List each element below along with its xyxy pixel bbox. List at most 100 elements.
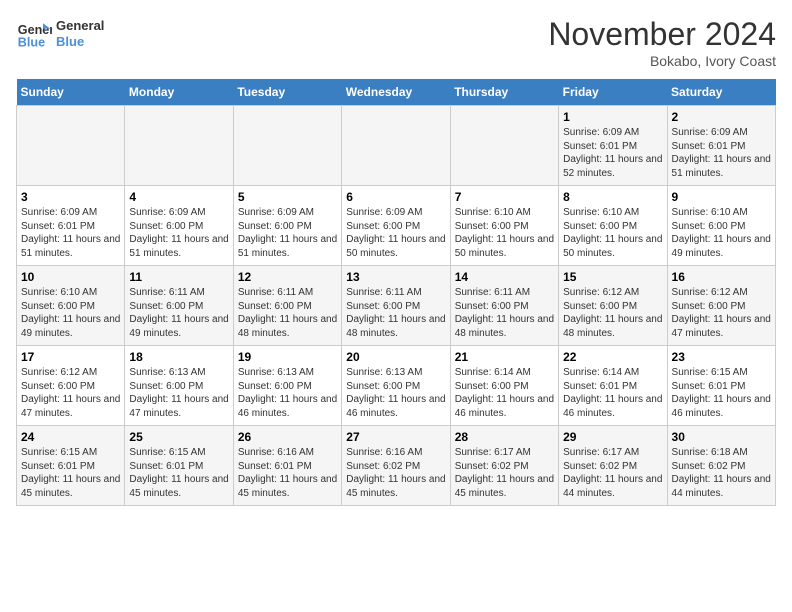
- calendar-cell: 5 Sunrise: 6:09 AM Sunset: 6:00 PM Daylig…: [233, 186, 341, 266]
- calendar-cell: 15 Sunrise: 6:12 AM Sunset: 6:00 PM Dayli…: [559, 266, 667, 346]
- day-info: Sunrise: 6:11 AM Sunset: 6:00 PM Dayligh…: [346, 286, 445, 340]
- logo-general: General: [56, 18, 104, 34]
- calendar-cell: 23 Sunrise: 6:15 AM Sunset: 6:01 PM Dayli…: [667, 346, 775, 426]
- day-number: 24: [21, 430, 120, 444]
- day-info: Sunrise: 6:10 AM Sunset: 6:00 PM Dayligh…: [672, 206, 771, 260]
- day-info: Sunrise: 6:16 AM Sunset: 6:01 PM Dayligh…: [238, 446, 337, 500]
- calendar-table: SundayMondayTuesdayWednesdayThursdayFrid…: [16, 79, 776, 506]
- logo-blue: Blue: [56, 34, 104, 50]
- day-info: Sunrise: 6:11 AM Sunset: 6:00 PM Dayligh…: [455, 286, 554, 340]
- calendar-cell: 17 Sunrise: 6:12 AM Sunset: 6:00 PM Dayli…: [17, 346, 125, 426]
- page-header: General Blue General Blue November 2024 …: [16, 16, 776, 69]
- day-info: Sunrise: 6:12 AM Sunset: 6:00 PM Dayligh…: [563, 286, 662, 340]
- calendar-cell: 18 Sunrise: 6:13 AM Sunset: 6:00 PM Dayli…: [125, 346, 233, 426]
- calendar-cell: 21Sunrise: 6:14 AM Sunset: 6:00 PM Dayli…: [450, 346, 558, 426]
- calendar-cell: 1 Sunrise: 6:09 AM Sunset: 6:01 PM Daylig…: [559, 106, 667, 186]
- day-number: 2: [672, 110, 771, 124]
- calendar-cell: [342, 106, 450, 186]
- day-number: 27: [346, 430, 445, 444]
- calendar-cell: 16 Sunrise: 6:12 AM Sunset: 6:00 PM Dayli…: [667, 266, 775, 346]
- calendar-week-row: 1 Sunrise: 6:09 AM Sunset: 6:01 PM Daylig…: [17, 106, 776, 186]
- day-info: Sunrise: 6:11 AM Sunset: 6:00 PM Dayligh…: [129, 286, 228, 340]
- day-info: Sunrise: 6:09 AM Sunset: 6:00 PM Dayligh…: [238, 206, 337, 260]
- calendar-cell: 9Sunrise: 6:10 AM Sunset: 6:00 PM Daylig…: [667, 186, 775, 266]
- day-number: 11: [129, 270, 228, 284]
- calendar-cell: 4Sunrise: 6:09 AM Sunset: 6:00 PM Daylig…: [125, 186, 233, 266]
- day-info: Sunrise: 6:15 AM Sunset: 6:01 PM Dayligh…: [129, 446, 228, 500]
- day-number: 5: [238, 190, 337, 204]
- day-info: Sunrise: 6:15 AM Sunset: 6:01 PM Dayligh…: [21, 446, 120, 500]
- calendar-cell: 30Sunrise: 6:18 AM Sunset: 6:02 PM Dayli…: [667, 426, 775, 506]
- day-info: Sunrise: 6:17 AM Sunset: 6:02 PM Dayligh…: [563, 446, 662, 500]
- day-info: Sunrise: 6:09 AM Sunset: 6:00 PM Dayligh…: [129, 206, 228, 260]
- calendar-cell: 28 Sunrise: 6:17 AM Sunset: 6:02 PM Dayli…: [450, 426, 558, 506]
- calendar-cell: 13 Sunrise: 6:11 AM Sunset: 6:00 PM Dayli…: [342, 266, 450, 346]
- calendar-cell: 27 Sunrise: 6:16 AM Sunset: 6:02 PM Dayli…: [342, 426, 450, 506]
- calendar-cell: 19 Sunrise: 6:13 AM Sunset: 6:00 PM Dayli…: [233, 346, 341, 426]
- weekday-header: Wednesday: [342, 79, 450, 106]
- day-number: 14: [455, 270, 554, 284]
- day-number: 13: [346, 270, 445, 284]
- day-info: Sunrise: 6:13 AM Sunset: 6:00 PM Dayligh…: [346, 366, 445, 420]
- calendar-cell: 22 Sunrise: 6:14 AM Sunset: 6:01 PM Dayli…: [559, 346, 667, 426]
- day-info: Sunrise: 6:09 AM Sunset: 6:01 PM Dayligh…: [21, 206, 120, 260]
- day-info: Sunrise: 6:12 AM Sunset: 6:00 PM Dayligh…: [21, 366, 120, 420]
- day-number: 7: [455, 190, 554, 204]
- day-info: Sunrise: 6:14 AM Sunset: 6:01 PM Dayligh…: [563, 366, 662, 420]
- calendar-week-row: 10 Sunrise: 6:10 AM Sunset: 6:00 PM Dayli…: [17, 266, 776, 346]
- calendar-cell: 7Sunrise: 6:10 AM Sunset: 6:00 PM Daylig…: [450, 186, 558, 266]
- day-number: 22: [563, 350, 662, 364]
- day-info: Sunrise: 6:14 AM Sunset: 6:00 PM Dayligh…: [455, 366, 554, 420]
- calendar-cell: 25 Sunrise: 6:15 AM Sunset: 6:01 PM Dayli…: [125, 426, 233, 506]
- day-number: 18: [129, 350, 228, 364]
- day-number: 16: [672, 270, 771, 284]
- day-info: Sunrise: 6:12 AM Sunset: 6:00 PM Dayligh…: [672, 286, 771, 340]
- day-number: 8: [563, 190, 662, 204]
- day-info: Sunrise: 6:13 AM Sunset: 6:00 PM Dayligh…: [129, 366, 228, 420]
- day-number: 25: [129, 430, 228, 444]
- day-number: 19: [238, 350, 337, 364]
- calendar-cell: 26 Sunrise: 6:16 AM Sunset: 6:01 PM Dayli…: [233, 426, 341, 506]
- month-title: November 2024: [548, 16, 776, 53]
- calendar-cell: 20Sunrise: 6:13 AM Sunset: 6:00 PM Dayli…: [342, 346, 450, 426]
- calendar-cell: 12Sunrise: 6:11 AM Sunset: 6:00 PM Dayli…: [233, 266, 341, 346]
- title-block: November 2024 Bokabo, Ivory Coast: [548, 16, 776, 69]
- day-number: 1: [563, 110, 662, 124]
- day-info: Sunrise: 6:10 AM Sunset: 6:00 PM Dayligh…: [21, 286, 120, 340]
- day-info: Sunrise: 6:09 AM Sunset: 6:01 PM Dayligh…: [672, 126, 771, 180]
- day-number: 15: [563, 270, 662, 284]
- day-info: Sunrise: 6:17 AM Sunset: 6:02 PM Dayligh…: [455, 446, 554, 500]
- day-number: 28: [455, 430, 554, 444]
- calendar-cell: 2 Sunrise: 6:09 AM Sunset: 6:01 PM Daylig…: [667, 106, 775, 186]
- calendar-cell: [125, 106, 233, 186]
- day-number: 30: [672, 430, 771, 444]
- svg-text:Blue: Blue: [18, 36, 45, 50]
- day-info: Sunrise: 6:09 AM Sunset: 6:01 PM Dayligh…: [563, 126, 662, 180]
- calendar-cell: 29 Sunrise: 6:17 AM Sunset: 6:02 PM Dayli…: [559, 426, 667, 506]
- calendar-cell: [233, 106, 341, 186]
- day-number: 17: [21, 350, 120, 364]
- day-info: Sunrise: 6:16 AM Sunset: 6:02 PM Dayligh…: [346, 446, 445, 500]
- day-number: 6: [346, 190, 445, 204]
- calendar-cell: 8 Sunrise: 6:10 AM Sunset: 6:00 PM Daylig…: [559, 186, 667, 266]
- day-number: 10: [21, 270, 120, 284]
- logo: General Blue General Blue: [16, 16, 104, 52]
- weekday-header: Monday: [125, 79, 233, 106]
- day-number: 29: [563, 430, 662, 444]
- calendar-cell: 24 Sunrise: 6:15 AM Sunset: 6:01 PM Dayli…: [17, 426, 125, 506]
- calendar-week-row: 3Sunrise: 6:09 AM Sunset: 6:01 PM Daylig…: [17, 186, 776, 266]
- day-info: Sunrise: 6:13 AM Sunset: 6:00 PM Dayligh…: [238, 366, 337, 420]
- weekday-header: Sunday: [17, 79, 125, 106]
- calendar-cell: 14 Sunrise: 6:11 AM Sunset: 6:00 PM Dayli…: [450, 266, 558, 346]
- day-number: 26: [238, 430, 337, 444]
- calendar-cell: 11 Sunrise: 6:11 AM Sunset: 6:00 PM Dayli…: [125, 266, 233, 346]
- weekday-header: Friday: [559, 79, 667, 106]
- day-number: 23: [672, 350, 771, 364]
- day-info: Sunrise: 6:15 AM Sunset: 6:01 PM Dayligh…: [672, 366, 771, 420]
- weekday-header: Tuesday: [233, 79, 341, 106]
- calendar-cell: 6 Sunrise: 6:09 AM Sunset: 6:00 PM Daylig…: [342, 186, 450, 266]
- day-info: Sunrise: 6:09 AM Sunset: 6:00 PM Dayligh…: [346, 206, 445, 260]
- day-info: Sunrise: 6:10 AM Sunset: 6:00 PM Dayligh…: [563, 206, 662, 260]
- calendar-cell: 10 Sunrise: 6:10 AM Sunset: 6:00 PM Dayli…: [17, 266, 125, 346]
- calendar-week-row: 24 Sunrise: 6:15 AM Sunset: 6:01 PM Dayli…: [17, 426, 776, 506]
